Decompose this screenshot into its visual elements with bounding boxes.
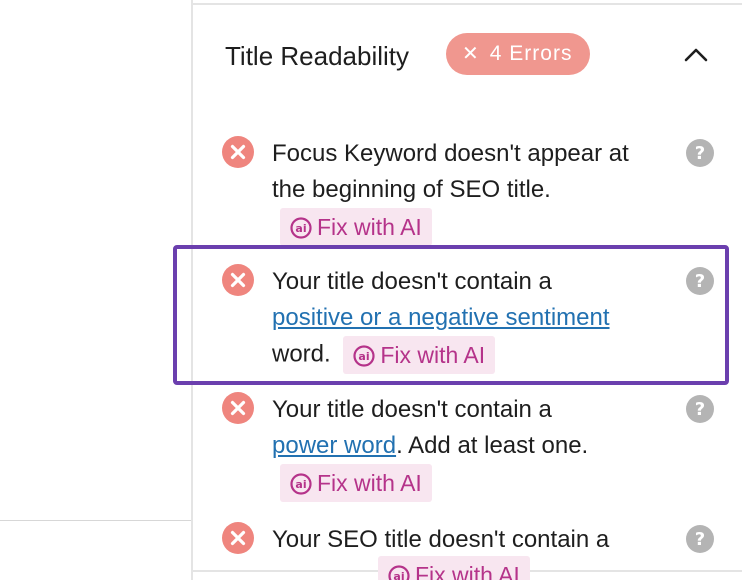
error-count-badge: ✕ 4 Errors bbox=[446, 33, 591, 75]
fix-with-ai-label: Fix with AI bbox=[317, 470, 422, 496]
check-item-focus-keyword: Focus Keyword doesn't appear at the begi… bbox=[222, 136, 722, 246]
svg-text:ai: ai bbox=[393, 570, 404, 580]
error-circle-x-icon bbox=[222, 264, 254, 296]
svg-text:ai: ai bbox=[359, 350, 370, 363]
check-description: Your SEO title doesn't contain a bbox=[272, 526, 610, 553]
svg-text:?: ? bbox=[695, 271, 705, 292]
fix-block-clipped: ai Fix with AI bbox=[378, 556, 543, 580]
svg-text:?: ? bbox=[695, 529, 705, 550]
chevron-up-icon bbox=[684, 48, 708, 62]
check-description-end: word. bbox=[272, 340, 331, 368]
left-divider bbox=[0, 520, 191, 521]
check-text: Your SEO title doesn't contain a bbox=[272, 522, 692, 558]
question-circle-icon[interactable]: ? bbox=[686, 525, 714, 553]
fix-with-ai-label: Fix with AI bbox=[415, 562, 520, 580]
error-circle-x-icon bbox=[222, 522, 254, 554]
close-icon: ✕ bbox=[462, 43, 480, 65]
question-circle-icon[interactable]: ? bbox=[686, 139, 714, 167]
svg-text:ai: ai bbox=[295, 478, 306, 491]
fix-block: ai Fix with AI bbox=[280, 464, 432, 502]
check-item-sentiment: Your title doesn't contain a positive or… bbox=[222, 264, 722, 384]
question-circle-icon[interactable]: ? bbox=[686, 267, 714, 295]
check-description: Focus Keyword doesn't appear at the begi… bbox=[272, 140, 629, 203]
error-circle-x-icon bbox=[222, 136, 254, 168]
check-text: Focus Keyword doesn't appear at the begi… bbox=[272, 136, 662, 208]
question-circle-icon[interactable]: ? bbox=[686, 395, 714, 423]
ai-icon: ai bbox=[290, 473, 312, 495]
svg-text:?: ? bbox=[695, 143, 705, 164]
check-text: Your title doesn't contain a power word.… bbox=[272, 392, 692, 464]
panel-divider bbox=[191, 0, 193, 580]
error-circle-x-icon bbox=[222, 392, 254, 424]
fix-with-ai-label: Fix with AI bbox=[380, 342, 486, 368]
fix-with-ai-label: Fix with AI bbox=[317, 214, 422, 240]
left-pane bbox=[0, 0, 191, 580]
fix-with-ai-button[interactable]: ai Fix with AI bbox=[378, 556, 530, 580]
error-count-label: 4 Errors bbox=[489, 42, 573, 65]
svg-text:?: ? bbox=[695, 399, 705, 420]
collapse-toggle-button[interactable] bbox=[680, 40, 712, 68]
fix-with-ai-button[interactable]: ai Fix with AI bbox=[280, 464, 432, 502]
check-description-end: . Add at least one. bbox=[396, 432, 589, 459]
fix-with-ai-button[interactable]: ai Fix with AI bbox=[343, 336, 496, 374]
ai-icon: ai bbox=[290, 217, 312, 239]
fix-block: ai Fix with AI bbox=[280, 208, 432, 246]
fix-with-ai-button[interactable]: ai Fix with AI bbox=[280, 208, 432, 246]
ai-icon: ai bbox=[353, 345, 375, 367]
section-title: Title Readability bbox=[225, 41, 410, 71]
ai-icon: ai bbox=[388, 565, 410, 580]
check-item-power-word: Your title doesn't contain a power word.… bbox=[222, 392, 722, 512]
panel-top-border bbox=[193, 3, 742, 5]
sentiment-link[interactable]: positive or a negative sentiment bbox=[272, 304, 610, 331]
svg-text:ai: ai bbox=[295, 222, 306, 235]
power-word-link[interactable]: power word bbox=[272, 432, 396, 459]
check-text: Your title doesn't contain a positive or… bbox=[272, 264, 692, 374]
check-description: Your title doesn't contain a bbox=[272, 268, 552, 295]
check-description: Your title doesn't contain a bbox=[272, 396, 552, 423]
